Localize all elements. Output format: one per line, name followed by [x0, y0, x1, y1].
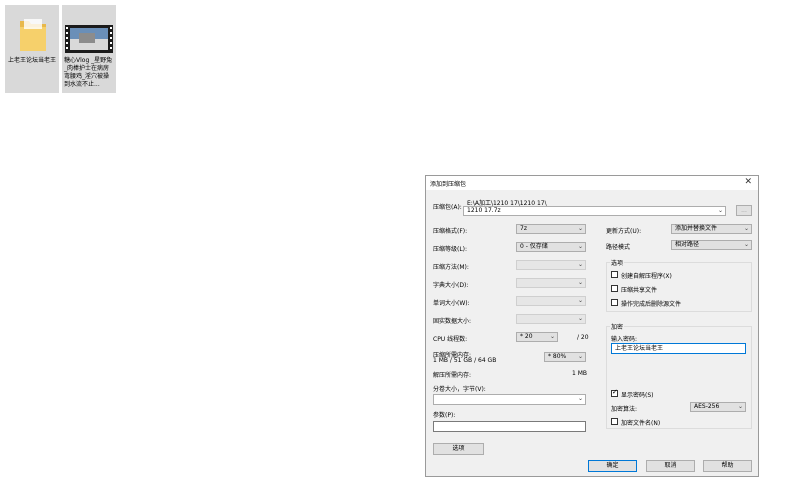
format-label: 压缩格式(F):	[433, 228, 468, 235]
dialog-title: 添加到压缩包	[430, 181, 467, 188]
shared-files-label: 压缩共享文件	[621, 287, 658, 294]
update-mode-label: 更新方式(U):	[606, 228, 642, 235]
method-label: 压缩方法(M):	[433, 264, 469, 271]
update-mode-select[interactable]: 添加并替换文件 ⌄	[671, 224, 752, 234]
help-button[interactable]: 帮助	[703, 460, 752, 472]
show-password-label: 显示密码(S)	[621, 392, 654, 399]
split-size-label: 分卷大小，字节(V):	[433, 386, 486, 393]
close-icon[interactable]: ✕	[744, 177, 752, 187]
method-select[interactable]: ⌄	[516, 260, 586, 270]
solid-size-select[interactable]: ⌄	[516, 314, 586, 324]
encryption-method-label: 加密算法:	[611, 406, 638, 413]
password-value: 上老王论坛当老王	[615, 345, 664, 352]
shared-files-checkbox[interactable]	[611, 285, 618, 292]
desktop-icon-video[interactable]: 糖心Vlog _星野兔_肉棒护士在病房弯腰鸡_淫穴被操到水流不止...	[62, 5, 116, 93]
path-mode-value: 相对路径	[675, 241, 700, 248]
chevron-down-icon: ⌄	[717, 207, 723, 214]
encryption-method-value: AES-256	[694, 403, 720, 410]
cpu-threads-select[interactable]: * 20 ⌄	[516, 332, 558, 342]
video-thumbnail-icon	[65, 25, 113, 53]
encrypt-names-checkbox[interactable]	[611, 418, 618, 425]
format-select[interactable]: 7z ⌄	[516, 224, 586, 234]
ok-button[interactable]: 确定	[588, 460, 637, 472]
sfx-label: 创建自解压程序(X)	[621, 273, 672, 280]
password-label: 输入密码:	[611, 336, 638, 343]
chevron-down-icon: ⌄	[577, 279, 583, 286]
dict-size-label: 字典大小(D):	[433, 282, 469, 289]
word-size-label: 单词大小(W):	[433, 300, 470, 307]
dict-size-select[interactable]: ⌄	[516, 278, 586, 288]
level-label: 压缩等级(L):	[433, 246, 468, 253]
chevron-down-icon: ⌄	[577, 261, 583, 268]
encryption-group-title: 加密	[610, 322, 625, 331]
cpu-threads-value: * 20	[520, 333, 533, 340]
solid-size-label: 固实数据大小:	[433, 318, 472, 325]
chevron-down-icon: ⌄	[577, 315, 583, 322]
split-size-combo[interactable]: ⌄	[433, 394, 586, 405]
encrypt-names-label: 加密文件名(N)	[621, 420, 661, 427]
options-group-title: 选项	[610, 258, 625, 267]
update-mode-value: 添加并替换文件	[675, 225, 718, 232]
desktop-icon-folder[interactable]: 上老王论坛当老王	[5, 5, 59, 93]
format-value: 7z	[520, 225, 527, 232]
cancel-button[interactable]: 取消	[646, 460, 695, 472]
show-password-checkbox[interactable]	[611, 388, 618, 397]
path-mode-label: 路径模式	[606, 244, 631, 251]
chevron-down-icon: ⌄	[577, 243, 583, 250]
chevron-down-icon: ⌄	[577, 297, 583, 304]
archive-name-value: 1210 17.7z	[467, 207, 501, 214]
decompress-memory-label: 解压所需内存:	[433, 372, 472, 379]
folder-icon	[20, 19, 46, 51]
cpu-threads-total: / 20	[577, 334, 589, 341]
level-select[interactable]: 0 - 仅存储 ⌄	[516, 242, 586, 252]
desktop-icon-label: 上老王论坛当老王	[7, 57, 56, 64]
chevron-down-icon: ⌄	[737, 403, 743, 410]
delete-source-label: 操作完成后删除源文件	[621, 301, 682, 308]
archive-name-combo[interactable]: 1210 17.7z ⌄	[463, 206, 726, 216]
memory-usage-value: * 80%	[548, 353, 567, 360]
level-value: 0 - 仅存储	[520, 243, 548, 250]
chevron-down-icon: ⌄	[577, 225, 583, 232]
options-button[interactable]: 选项	[433, 443, 484, 455]
delete-source-checkbox[interactable]	[611, 299, 618, 306]
desktop-icon-label: 糖心Vlog _星野兔_肉棒护士在病房弯腰鸡_淫穴被操到水流不止...	[64, 57, 113, 88]
sfx-checkbox[interactable]	[611, 271, 618, 278]
dialog-titlebar: 添加到压缩包 ✕	[426, 176, 758, 190]
decompress-memory-value: 1 MB	[572, 370, 588, 377]
password-input[interactable]: 上老王论坛当老王	[611, 343, 746, 354]
path-mode-select[interactable]: 相对路径 ⌄	[671, 240, 752, 250]
chevron-down-icon: ⌄	[743, 241, 749, 248]
chevron-down-icon: ⌄	[549, 333, 555, 340]
chevron-down-icon: ⌄	[577, 353, 583, 360]
add-to-archive-dialog: 添加到压缩包 ✕ 压缩包(A): E:\A加工\1210 17\1210 17\…	[425, 175, 759, 477]
chevron-down-icon: ⌄	[743, 225, 749, 232]
memory-detail: 1 MB / 51 GB / 64 GB	[433, 357, 497, 364]
params-input[interactable]	[433, 421, 586, 432]
memory-usage-select[interactable]: * 80% ⌄	[544, 352, 586, 362]
archive-label: 压缩包(A):	[433, 204, 462, 211]
word-size-select[interactable]: ⌄	[516, 296, 586, 306]
params-label: 参数(P):	[433, 412, 456, 419]
encryption-method-select[interactable]: AES-256 ⌄	[690, 402, 746, 412]
cpu-threads-label: CPU 线程数:	[433, 336, 468, 343]
chevron-down-icon: ⌄	[577, 395, 583, 402]
browse-button[interactable]: ...	[736, 205, 752, 216]
